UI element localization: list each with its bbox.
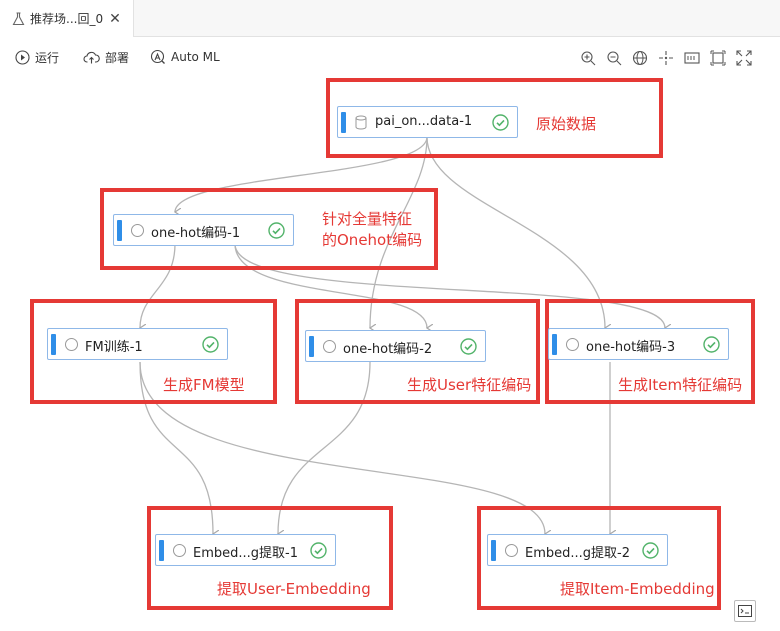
- node-onehot-2[interactable]: one-hot编码-2: [305, 330, 486, 362]
- terminal-button[interactable]: [734, 600, 756, 622]
- node-circle-icon: [505, 544, 518, 557]
- node-status-bar: [309, 336, 314, 357]
- node-circle-icon: [323, 340, 336, 353]
- success-check-icon: [310, 542, 327, 559]
- terminal-icon: [738, 605, 752, 617]
- node-label: one-hot编码-1: [151, 226, 241, 241]
- node-label: pai_on...data-1: [375, 114, 473, 129]
- fit-view-icon[interactable]: [710, 50, 726, 66]
- zoom-in-icon[interactable]: [580, 50, 596, 66]
- pipeline-canvas[interactable]: pai_on...data-1 one-hot编码-1 FM训练-1 one-h…: [0, 78, 780, 631]
- success-check-icon: [460, 338, 477, 355]
- node-embedding-2[interactable]: Embed...g提取-2: [487, 534, 668, 566]
- node-status-bar: [117, 220, 122, 241]
- node-label: one-hot编码-3: [586, 340, 676, 355]
- node-onehot-3[interactable]: one-hot编码-3: [548, 328, 729, 360]
- app-window: 推荐场...回_0 ✕ 运行 部署 Auto ML pai_on...data-…: [0, 0, 780, 631]
- node-status-bar: [491, 540, 496, 561]
- success-check-icon: [703, 336, 720, 353]
- database-icon: [355, 115, 367, 130]
- success-check-icon: [492, 114, 509, 131]
- annotation-onehot3: 生成Item特征编码: [618, 376, 743, 394]
- annotation-fm: 生成FM模型: [163, 376, 245, 394]
- node-label: FM训练-1: [85, 340, 143, 355]
- success-check-icon: [202, 336, 219, 353]
- node-label: one-hot编码-2: [343, 342, 433, 357]
- run-button[interactable]: 运行: [15, 49, 59, 66]
- node-circle-icon: [65, 338, 78, 351]
- annotation-onehot1-line1: 针对全量特征: [322, 210, 413, 228]
- tab-pipeline[interactable]: 推荐场...回_0 ✕: [0, 0, 134, 37]
- node-data-source[interactable]: pai_on...data-1: [337, 106, 518, 138]
- node-status-bar: [159, 540, 164, 561]
- toolbar: 运行 部署 Auto ML: [0, 38, 780, 78]
- close-icon[interactable]: ✕: [109, 11, 121, 27]
- success-check-icon: [642, 542, 659, 559]
- tab-title: 推荐场...回_0: [30, 12, 104, 26]
- success-check-icon: [268, 222, 285, 239]
- automl-label: Auto ML: [171, 50, 220, 64]
- deploy-button[interactable]: 部署: [83, 49, 129, 66]
- annotation-onehot1-line2: 的Onehot编码: [322, 231, 423, 249]
- node-circle-icon: [173, 544, 186, 557]
- automl-button[interactable]: Auto ML: [150, 49, 220, 65]
- node-circle-icon: [131, 224, 144, 237]
- play-icon: [15, 50, 30, 65]
- deploy-label: 部署: [105, 51, 130, 65]
- minimap-icon[interactable]: [684, 50, 700, 66]
- automl-icon: [150, 49, 165, 64]
- fit-center-icon[interactable]: [658, 50, 674, 66]
- node-embedding-1[interactable]: Embed...g提取-1: [155, 534, 336, 566]
- annotation-embed1: 提取User-Embedding: [217, 580, 371, 598]
- globe-icon[interactable]: [632, 50, 648, 66]
- node-onehot-1[interactable]: one-hot编码-1: [113, 214, 294, 246]
- node-label: Embed...g提取-2: [525, 546, 630, 561]
- annotation-onehot2: 生成User特征编码: [407, 376, 532, 394]
- node-label: Embed...g提取-1: [193, 546, 298, 561]
- cloud-upload-icon: [83, 51, 100, 64]
- annotation-embed2: 提取Item-Embedding: [560, 580, 715, 598]
- tab-bar: 推荐场...回_0 ✕: [0, 0, 780, 37]
- node-circle-icon: [566, 338, 579, 351]
- node-fm-train[interactable]: FM训练-1: [47, 328, 228, 360]
- node-status-bar: [51, 334, 56, 355]
- annotation-raw-data: 原始数据: [536, 115, 597, 133]
- node-status-bar: [552, 334, 557, 355]
- run-label: 运行: [35, 51, 60, 65]
- fullscreen-icon[interactable]: [736, 50, 752, 66]
- zoom-out-icon[interactable]: [606, 50, 622, 66]
- node-status-bar: [341, 112, 346, 133]
- flask-icon: [12, 11, 25, 25]
